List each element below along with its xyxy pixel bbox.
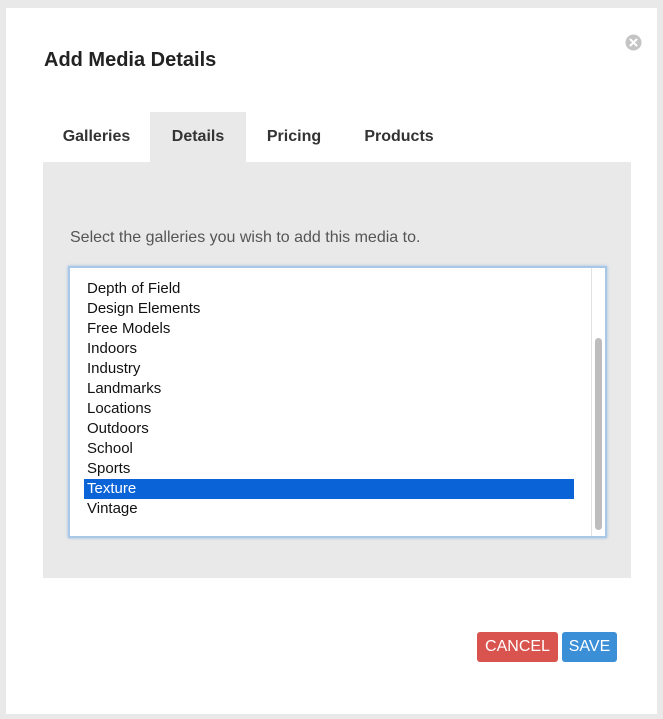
gallery-option[interactable]: Outdoors bbox=[84, 419, 574, 439]
close-icon[interactable] bbox=[625, 34, 642, 51]
dialog-title: Add Media Details bbox=[44, 49, 217, 71]
gallery-option[interactable]: Locations bbox=[84, 399, 574, 419]
tab-pricing[interactable]: Pricing bbox=[246, 112, 342, 162]
gallery-instructions: Select the galleries you wish to add thi… bbox=[70, 229, 421, 246]
tab-products[interactable]: Products bbox=[342, 112, 456, 162]
tab-details[interactable]: Details bbox=[150, 112, 246, 162]
listbox-scroll-thumb[interactable] bbox=[595, 338, 602, 530]
gallery-option[interactable]: Vintage bbox=[84, 499, 574, 519]
gallery-option[interactable]: Indoors bbox=[84, 339, 574, 359]
gallery-option[interactable]: Landmarks bbox=[84, 379, 574, 399]
add-media-dialog: Add Media Details Galleries Details Pric… bbox=[6, 8, 657, 714]
gallery-listbox[interactable]: Depth of Field Design Elements Free Models… bbox=[68, 266, 607, 538]
tab-galleries[interactable]: Galleries bbox=[43, 112, 150, 162]
gallery-list: Depth of Field Design Elements Free Models… bbox=[84, 279, 574, 519]
tab-bar: Galleries Details Pricing Products bbox=[43, 112, 631, 162]
listbox-scrollbar[interactable] bbox=[591, 268, 605, 536]
cancel-button[interactable]: CANCEL bbox=[477, 632, 558, 662]
gallery-option[interactable]: School bbox=[84, 439, 574, 459]
gallery-option[interactable]: Sports bbox=[84, 459, 574, 479]
gallery-option[interactable]: Industry bbox=[84, 359, 574, 379]
gallery-option[interactable]: Free Models bbox=[84, 319, 574, 339]
gallery-option[interactable]: Texture bbox=[84, 479, 574, 499]
tab-panel: Select the galleries you wish to add thi… bbox=[43, 162, 631, 578]
save-button[interactable]: SAVE bbox=[562, 632, 617, 662]
gallery-option[interactable]: Depth of Field bbox=[84, 279, 574, 299]
gallery-option[interactable]: Design Elements bbox=[84, 299, 574, 319]
